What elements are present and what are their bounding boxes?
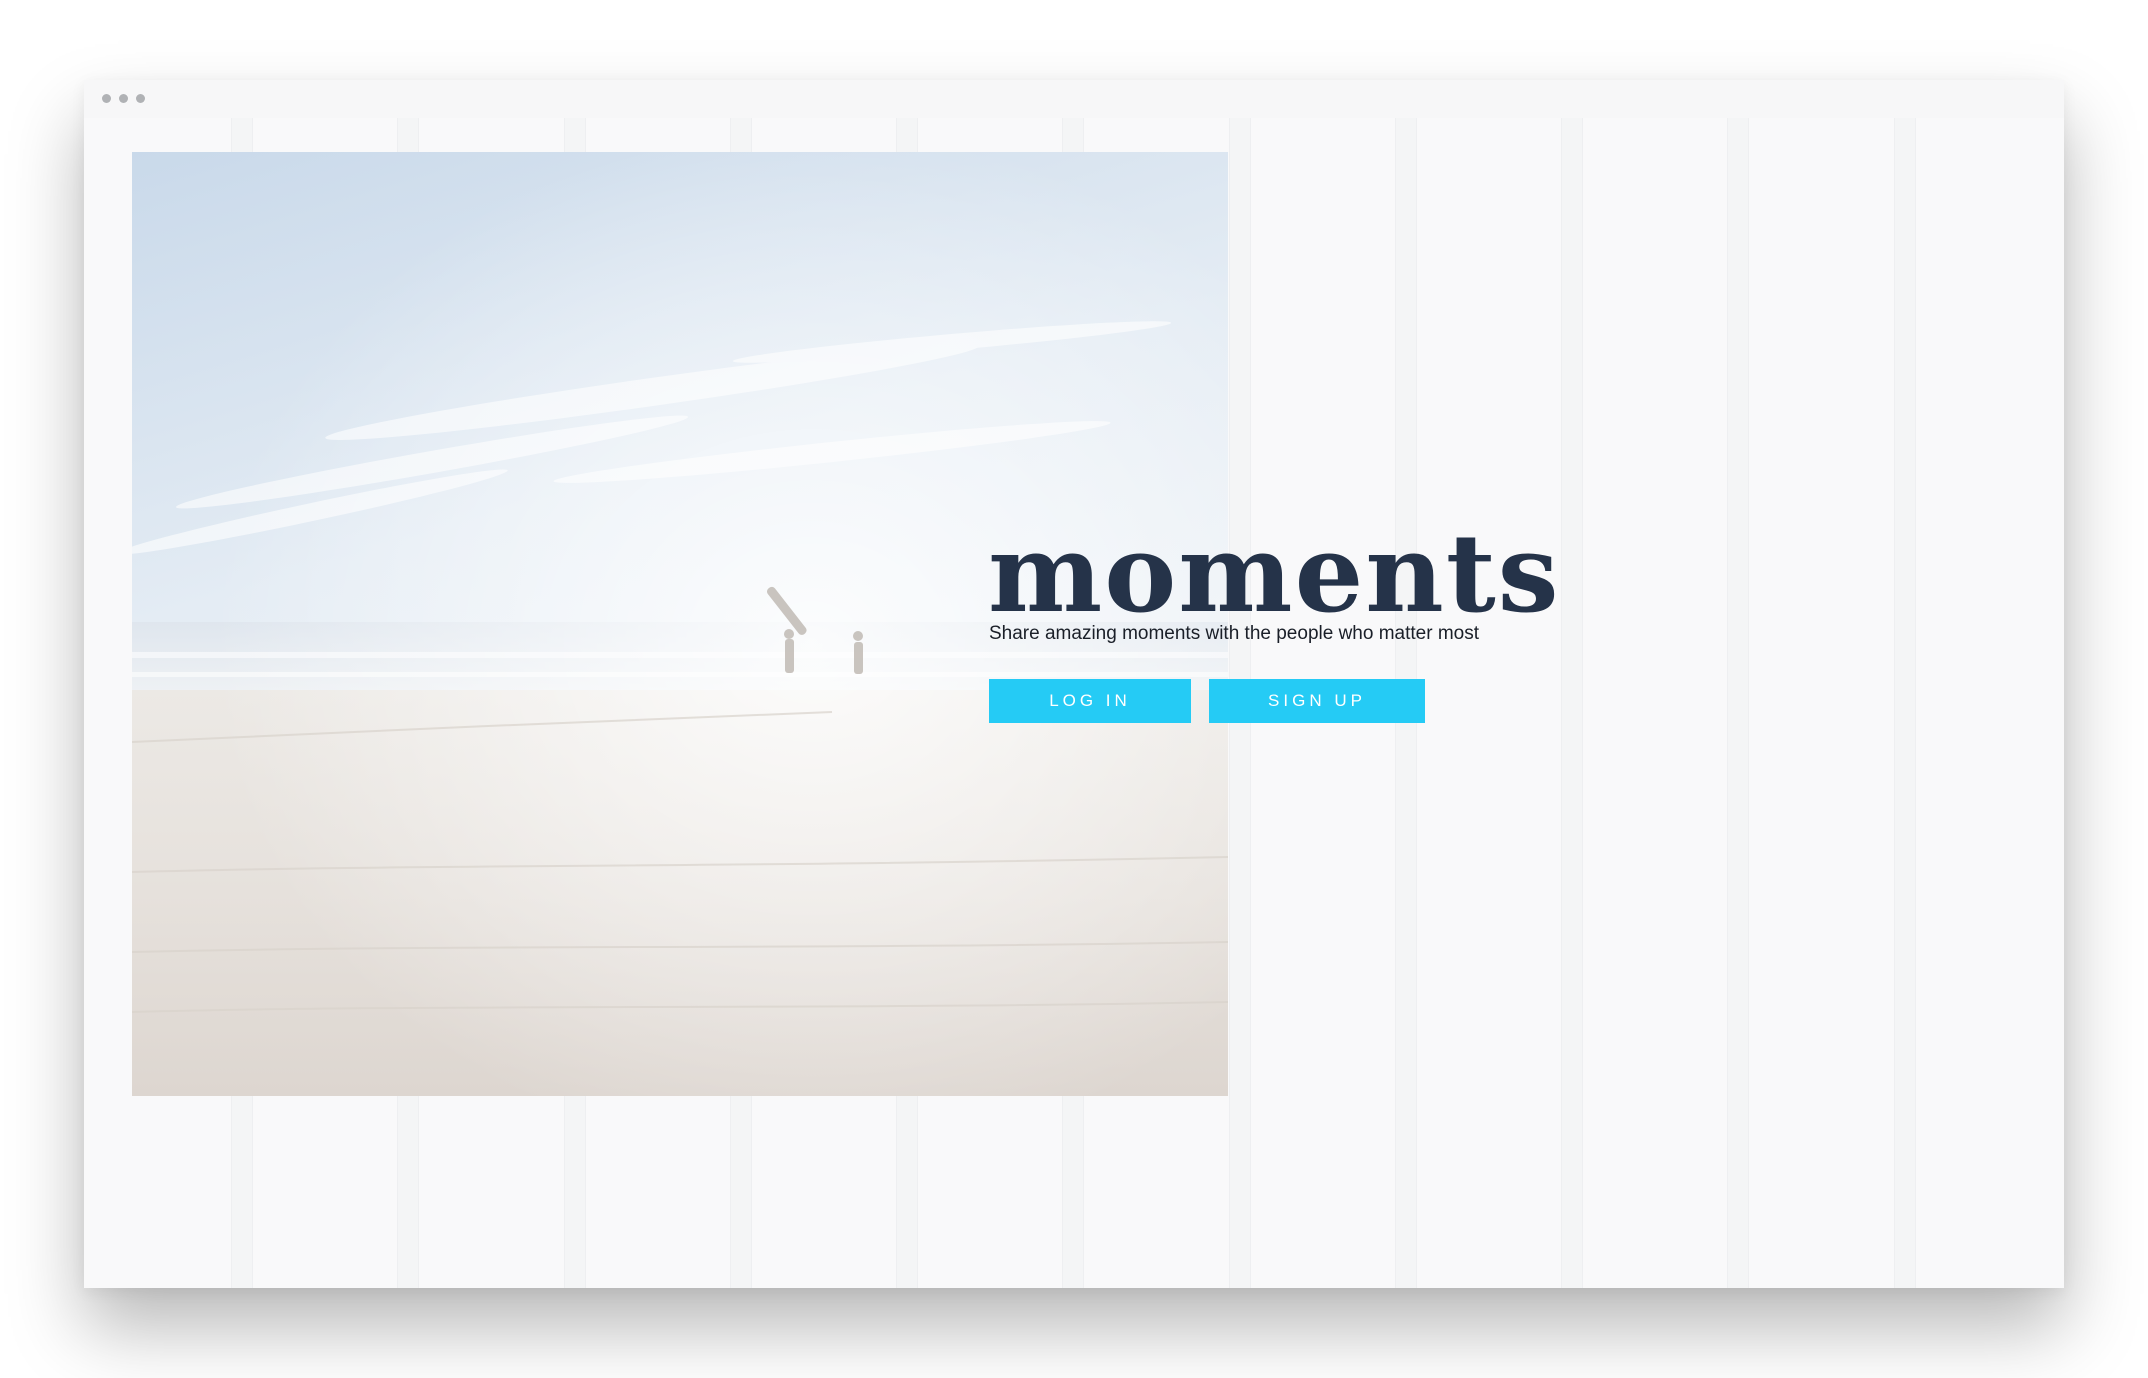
- dot-icon: [136, 94, 145, 103]
- more-dots-icon[interactable]: [102, 94, 145, 103]
- dot-icon: [119, 94, 128, 103]
- window-titlebar: [84, 80, 2064, 118]
- grid-column: [1894, 118, 1916, 1288]
- grid-column: [1727, 118, 1749, 1288]
- signup-button[interactable]: SIGN UP: [1209, 679, 1425, 723]
- brand-logo-text: moments: [988, 511, 1561, 637]
- grid-column: [1561, 118, 1583, 1288]
- login-button[interactable]: LOG IN: [989, 679, 1191, 723]
- dot-icon: [102, 94, 111, 103]
- tagline: Share amazing moments with the people wh…: [989, 623, 1480, 644]
